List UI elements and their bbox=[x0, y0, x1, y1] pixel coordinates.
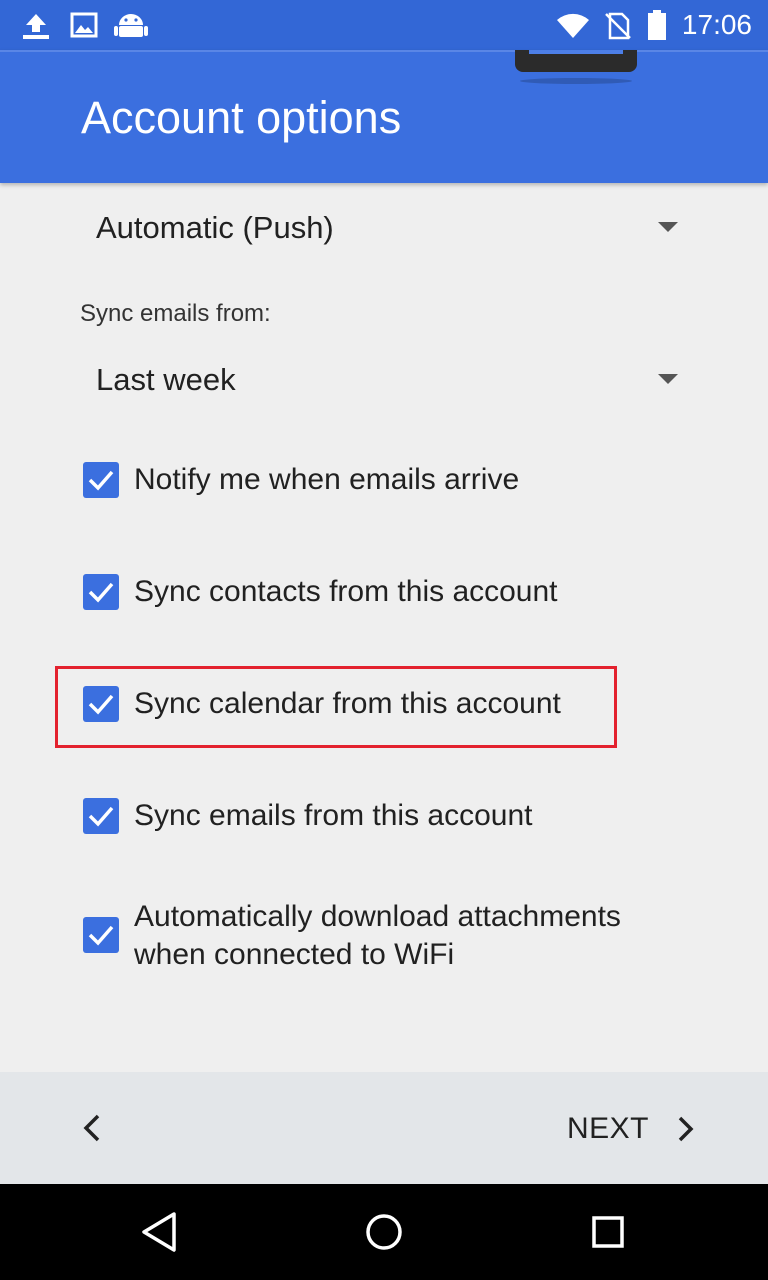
dropdown-arrow-icon bbox=[658, 374, 678, 384]
option-sync-contacts[interactable]: Sync contacts from this account bbox=[80, 573, 680, 613]
status-bar: 17:06 bbox=[0, 0, 768, 50]
app-header: Account options bbox=[0, 50, 768, 183]
wifi-icon bbox=[557, 13, 589, 39]
sync-frequency-value: Automatic (Push) bbox=[96, 210, 334, 245]
device-illustration bbox=[515, 50, 637, 72]
sync-window-dropdown[interactable]: Last week bbox=[80, 344, 688, 414]
sync-emails-from-label: Sync emails from: bbox=[80, 300, 271, 327]
option-label: Sync contacts from this account bbox=[134, 575, 558, 608]
header-divider bbox=[0, 50, 768, 52]
bottom-action-bar: NEXT bbox=[0, 1072, 768, 1184]
recents-square-icon[interactable] bbox=[582, 1206, 634, 1258]
chevron-right-icon bbox=[678, 1116, 694, 1142]
checkbox-checked-icon[interactable] bbox=[83, 462, 119, 498]
battery-icon bbox=[648, 10, 666, 40]
option-label: Sync emails from this account bbox=[134, 799, 533, 832]
navigation-bar bbox=[0, 1184, 768, 1280]
option-notify[interactable]: Notify me when emails arrive bbox=[80, 461, 680, 501]
back-triangle-icon[interactable] bbox=[134, 1206, 186, 1258]
image-icon bbox=[70, 12, 98, 38]
android-icon bbox=[114, 14, 148, 37]
page-title: Account options bbox=[81, 92, 402, 143]
back-chevron-icon[interactable] bbox=[76, 1108, 108, 1148]
device-shadow bbox=[520, 78, 632, 84]
option-label: Notify me when emails arrive bbox=[134, 463, 520, 496]
next-button[interactable]: NEXT bbox=[558, 1102, 698, 1154]
checkbox-checked-icon[interactable] bbox=[83, 798, 119, 834]
device-screen bbox=[529, 50, 623, 54]
checkbox-checked-icon[interactable] bbox=[83, 917, 119, 953]
sync-frequency-dropdown[interactable]: Automatic (Push) bbox=[80, 192, 688, 262]
highlight-box bbox=[55, 666, 617, 748]
upload-icon bbox=[23, 14, 49, 39]
dropdown-arrow-icon bbox=[658, 222, 678, 232]
sync-window-value: Last week bbox=[96, 362, 236, 397]
no-sim-icon bbox=[605, 12, 631, 40]
option-sync-emails[interactable]: Sync emails from this account bbox=[80, 797, 680, 837]
checkbox-checked-icon[interactable] bbox=[83, 574, 119, 610]
option-label: Automatically download attachments when … bbox=[134, 900, 621, 971]
next-button-label: NEXT bbox=[567, 1112, 650, 1145]
status-clock: 17:06 bbox=[681, 9, 752, 40]
home-circle-icon[interactable] bbox=[358, 1206, 410, 1258]
option-auto-download[interactable]: Automatically download attachments when … bbox=[80, 898, 680, 978]
